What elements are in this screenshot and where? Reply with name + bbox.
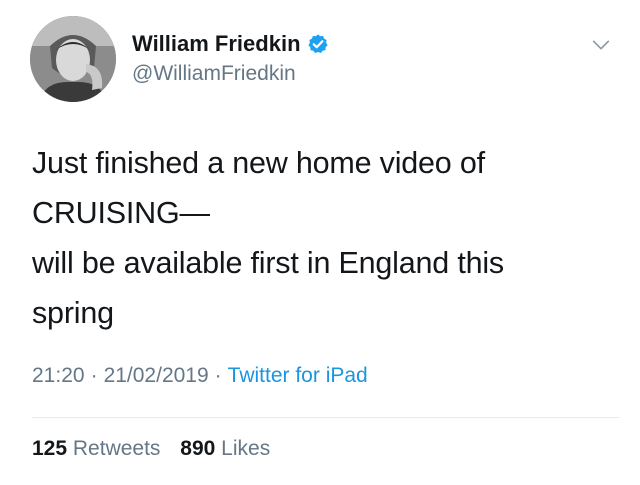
likes-count: 890 [180, 437, 216, 460]
tweet-text-line: will be available first in England this [32, 246, 504, 280]
tweet-date[interactable]: 21/02/2019 [104, 364, 209, 387]
meta-separator: · [90, 364, 98, 387]
retweets-label: Retweets [72, 437, 161, 460]
tweet-text-line: spring [32, 296, 114, 330]
tweet-time[interactable]: 21:20 [32, 364, 85, 387]
tweet-text-line: Just finished a new home video of [32, 146, 485, 180]
likes-label: Likes [221, 437, 271, 460]
tweet-text-line: CRUISING— [32, 196, 210, 230]
tweet-card: William Friedkin @WilliamFriedkin Just f… [0, 0, 640, 485]
tweet-text: Just finished a new home video of CRUISI… [32, 138, 612, 338]
verified-badge-icon [307, 34, 328, 53]
tweet-stats: 125 Retweets 890 Likes [32, 437, 270, 461]
tweet-meta: 21:20 · 21/02/2019 · Twitter for iPad [32, 364, 368, 388]
author-handle[interactable]: @WilliamFriedkin [132, 62, 296, 86]
likes-stat[interactable]: 890 Likes [180, 437, 270, 460]
chevron-down-icon[interactable] [590, 34, 612, 56]
display-name[interactable]: William Friedkin [132, 31, 301, 57]
tweet-source-link[interactable]: Twitter for iPad [228, 364, 368, 387]
profile-photo-icon [30, 16, 116, 102]
meta-separator: · [214, 364, 222, 387]
author-name-row: William Friedkin [132, 30, 329, 58]
divider [32, 417, 620, 418]
retweets-stat[interactable]: 125 Retweets [32, 437, 166, 460]
avatar[interactable] [30, 16, 116, 102]
retweets-count: 125 [32, 437, 68, 460]
